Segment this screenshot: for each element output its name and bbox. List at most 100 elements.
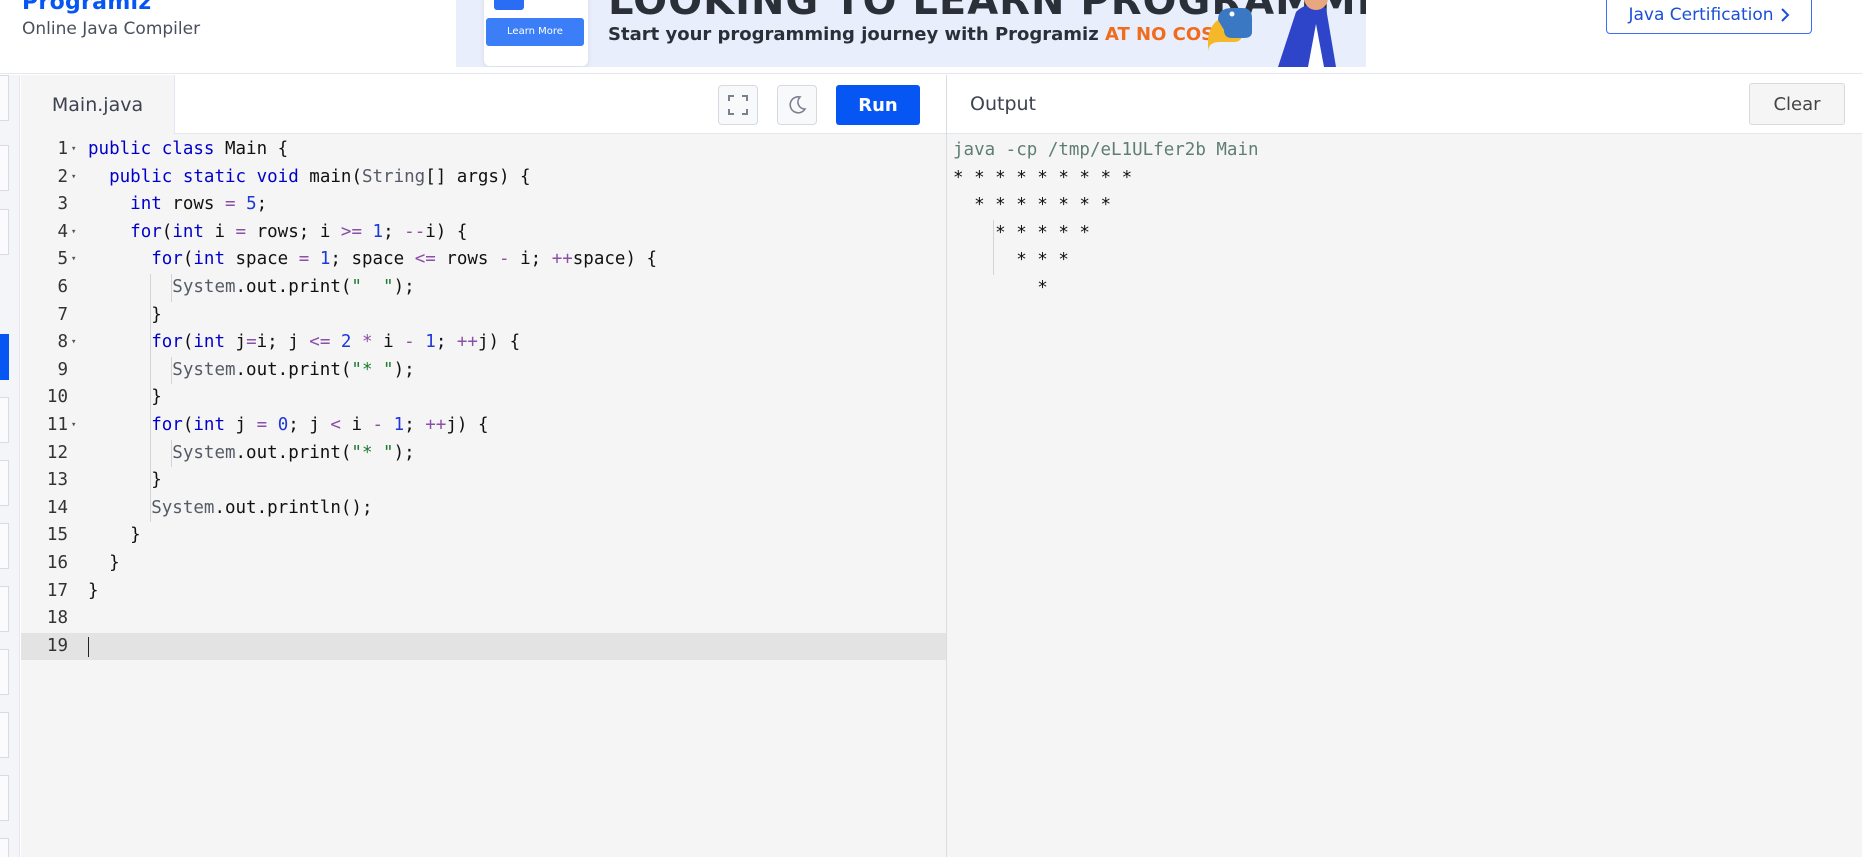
code-text-area[interactable]: 1 ▾ public class Main {2 ▾ public static vo… [21, 134, 946, 857]
output-line: * * * [953, 250, 1080, 271]
sidebar-lang-item[interactable] [0, 649, 9, 695]
code-line[interactable]: 8 ▾ for(int j=i; j <= 2 * i - 1; ++j) { [21, 329, 946, 357]
sidebar-lang-item[interactable] [0, 838, 9, 857]
code-text: for(int j=i; j <= 2 * i - 1; ++j) { [151, 332, 521, 353]
indent-guide [993, 219, 994, 275]
fold-arrow-icon[interactable]: ▾ [71, 329, 76, 357]
code-line[interactable]: 12 System.out.print("* "); [21, 440, 946, 468]
output-panel: Output Clear java -cp /tmp/eL1ULfer2b Ma… [946, 75, 1862, 857]
code-line[interactable]: 4 ▾ for(int i = rows; i >= 1; --i) { [21, 219, 946, 247]
text-cursor [88, 636, 89, 657]
code-line[interactable]: 10 } [21, 384, 946, 412]
output-toolbar: Output Clear [947, 75, 1862, 134]
code-text: int rows = 5; [130, 194, 268, 215]
sidebar-lang-item[interactable] [0, 775, 9, 821]
code-line[interactable]: 13 } [21, 467, 946, 495]
indent-guide [171, 439, 172, 468]
line-number: 11 [46, 415, 68, 435]
chevron-right-icon [1780, 8, 1789, 22]
line-number: 19 [46, 635, 68, 656]
code-line[interactable]: 3 int rows = 5; [21, 191, 946, 219]
line-number: 1 [57, 139, 68, 159]
indent-guide [171, 274, 172, 302]
top-header: Programiz Online Java Compiler Learn Mor… [0, 0, 1862, 74]
sidebar-lang-item[interactable] [0, 712, 9, 758]
code-line[interactable]: 7 } [21, 302, 946, 330]
java-certification-button[interactable]: Java Certification [1606, 0, 1812, 34]
code-text: for(int space = 1; space <= rows - i; ++… [151, 249, 658, 270]
line-number: 6 [57, 277, 68, 297]
output-line: * [953, 278, 1059, 298]
fold-arrow-icon[interactable]: ▾ [71, 246, 76, 274]
code-text: } [88, 553, 120, 573]
line-number: 3 [57, 194, 68, 215]
fold-arrow-icon[interactable]: ▾ [71, 412, 76, 440]
line-number: 5 [57, 249, 68, 270]
fullscreen-button[interactable] [718, 85, 758, 125]
code-line[interactable]: 11 ▾ for(int j = 0; j < i - 1; ++j) { [21, 412, 946, 440]
line-number: 17 [46, 580, 68, 601]
line-number: 9 [57, 359, 68, 380]
code-line[interactable]: 2 ▾ public static void main(String[] args… [21, 164, 946, 192]
output-line: * * * * * [953, 222, 1101, 243]
line-number: 16 [46, 553, 68, 573]
line-number: 18 [46, 608, 68, 629]
line-number: 15 [46, 525, 68, 546]
sidebar-lang-item[interactable] [0, 397, 9, 443]
code-line[interactable]: 14 System.out.println(); [21, 495, 946, 523]
fullscreen-icon [728, 95, 748, 115]
code-line[interactable]: 16 } [21, 550, 946, 578]
line-number: 4 [57, 221, 68, 242]
code-text: } [88, 580, 99, 601]
language-sidebar [0, 75, 20, 857]
code-text: System.out.print("* "); [172, 442, 415, 463]
sidebar-lang-item[interactable] [0, 75, 9, 121]
programiz-logo[interactable]: Programiz [22, 0, 152, 15]
sidebar-lang-item[interactable] [0, 460, 9, 506]
code-text: System.out.print("* "); [172, 359, 415, 380]
code-line[interactable]: 18 [21, 605, 946, 633]
code-text: System.out.print(" "); [172, 277, 415, 297]
banner-logo-icon [494, 0, 524, 10]
fold-arrow-icon[interactable]: ▾ [71, 164, 76, 192]
page-subtitle: Online Java Compiler [22, 19, 201, 39]
banner-tagline: Start your programming journey with Prog… [608, 24, 1231, 45]
learn-more-button[interactable]: Learn More [486, 18, 584, 46]
clear-button[interactable]: Clear [1749, 83, 1845, 125]
code-line[interactable]: 5 ▾ for(int space = 1; space <= rows - i;… [21, 246, 946, 274]
sidebar-lang-item[interactable] [0, 209, 9, 255]
run-button[interactable]: Run [836, 85, 920, 125]
output-command-line: java -cp /tmp/eL1ULfer2b Main [953, 140, 1259, 160]
sidebar-lang-item[interactable] [0, 586, 9, 632]
code-text: for(int i = rows; i >= 1; --i) { [130, 221, 468, 242]
sidebar-lang-item[interactable] [0, 145, 9, 191]
editor-toolbar: Main.java Run [21, 75, 946, 134]
line-number: 14 [46, 497, 68, 518]
moon-icon [789, 96, 807, 114]
code-text: for(int j = 0; j < i - 1; ++j) { [151, 415, 489, 435]
banner-tagline-text: Start your programming journey with Prog… [608, 24, 1105, 45]
line-number: 8 [57, 332, 68, 353]
code-text: System.out.println(); [151, 497, 373, 518]
code-line[interactable]: 15 } [21, 522, 946, 550]
sidebar-lang-item[interactable] [0, 523, 9, 569]
code-line[interactable]: 19 [21, 632, 946, 661]
code-line[interactable]: 9 System.out.print("* "); [21, 357, 946, 385]
python-mascot-illustration [1208, 0, 1336, 67]
code-line[interactable]: 17} [21, 578, 946, 606]
theme-toggle-button[interactable] [777, 85, 817, 125]
file-tab-main-java[interactable]: Main.java [21, 75, 175, 134]
output-title: Output [970, 93, 1036, 115]
ad-banner[interactable]: Learn More LOOKING TO LEARN PROGRAMMING?… [456, 0, 1366, 67]
fold-arrow-icon[interactable]: ▾ [71, 136, 76, 164]
sidebar-lang-item-java[interactable] [0, 334, 9, 380]
line-number: 13 [46, 470, 68, 491]
output-line: * * * * * * * * * [953, 167, 1143, 188]
code-line[interactable]: 1 ▾ public class Main { [21, 136, 946, 164]
code-text: public static void main(String[] args) { [109, 166, 531, 187]
code-line[interactable]: 6 System.out.print(" "); [21, 274, 946, 302]
line-number: 10 [46, 387, 68, 408]
indent-guide [171, 356, 172, 385]
line-number: 2 [57, 166, 68, 187]
fold-arrow-icon[interactable]: ▾ [71, 219, 76, 247]
